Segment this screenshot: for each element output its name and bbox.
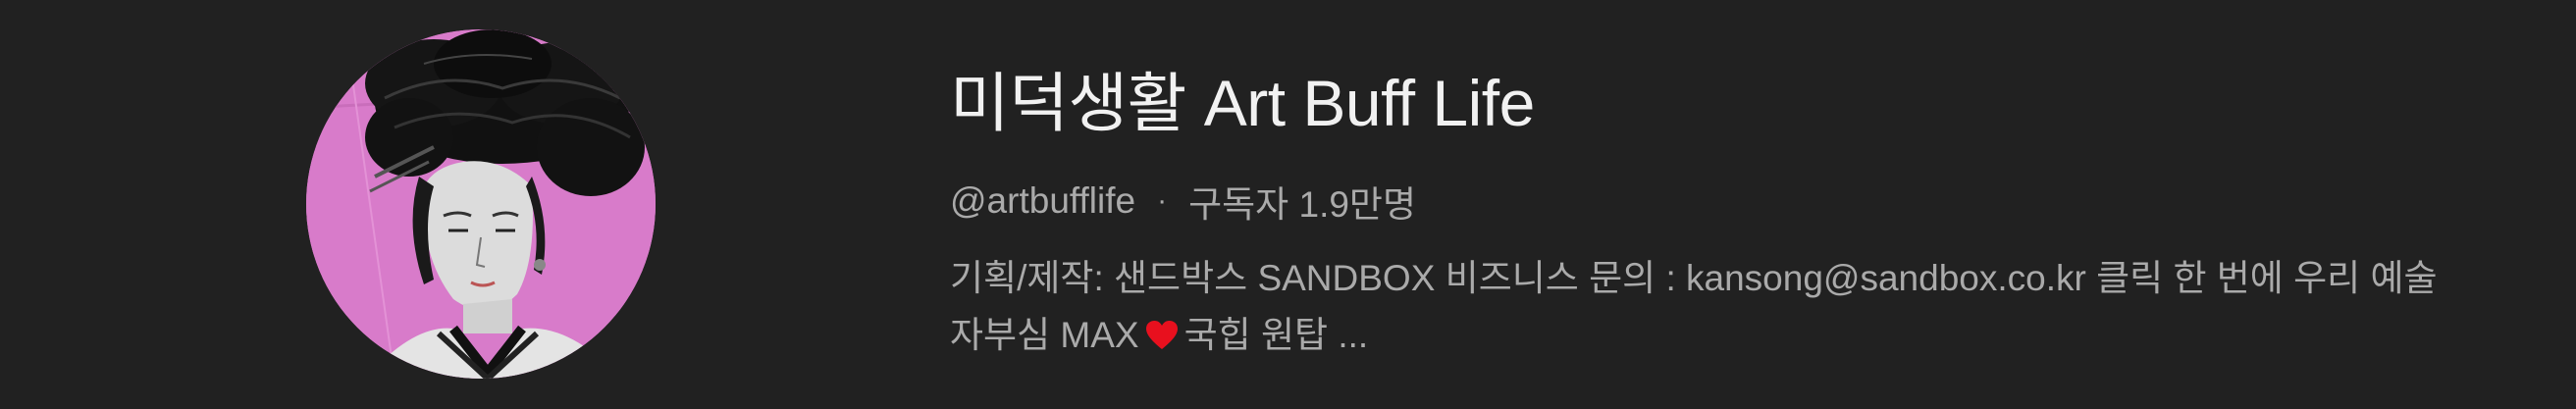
channel-handle: @artbufflife — [950, 180, 1136, 221]
channel-meta: @artbufflife · 구독자 1.9만명 — [950, 175, 1416, 228]
description-line-2: 자부심 MAX 국힙 원탑 ... — [950, 307, 2559, 364]
heart-icon — [1145, 321, 1178, 349]
channel-description[interactable]: 기획/제작: 샌드박스 SANDBOX 비즈니스 문의 : kansong@sa… — [950, 250, 2559, 364]
channel-header: 미덕생활 Art Buff Life @artbufflife · 구독자 1.… — [0, 0, 2576, 409]
channel-title: 미덕생활 Art Buff Life — [950, 67, 1535, 139]
channel-avatar[interactable] — [306, 29, 656, 379]
description-text-a: 자부심 MAX — [950, 315, 1139, 355]
description-line-1: 기획/제작: 샌드박스 SANDBOX 비즈니스 문의 : kansong@sa… — [950, 258, 2438, 298]
portrait-image — [306, 29, 656, 379]
meta-separator: · — [1157, 184, 1168, 217]
description-text-b: 국힙 원탑 ... — [1183, 315, 1369, 355]
subscriber-count: 구독자 1.9만명 — [1188, 184, 1417, 225]
